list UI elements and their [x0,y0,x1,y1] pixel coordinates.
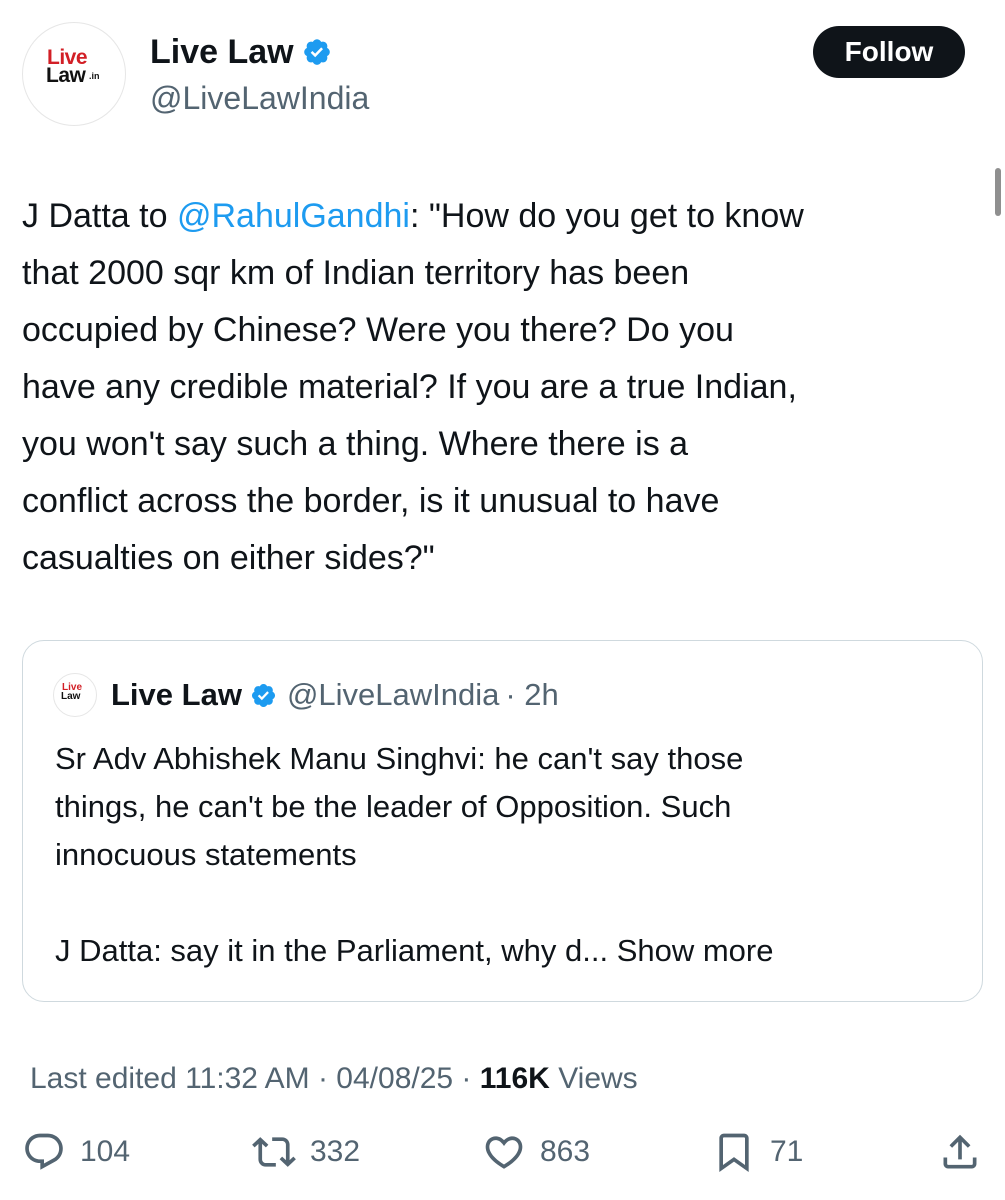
quoted-line [55,879,955,927]
follow-button[interactable]: Follow [813,26,965,78]
views-count: 116K [479,1062,550,1095]
author-name[interactable]: Live Law [150,32,294,72]
tweet-text: J Datta to @RahulGandhi: "How do you get… [22,188,992,587]
quoted-line: Sr Adv Abhishek Manu Singhvi: he can't s… [55,741,744,776]
author-handle[interactable]: @LiveLawIndia [150,78,369,118]
reply-count: 104 [80,1135,131,1168]
bookmark-icon [719,1133,749,1173]
quoted-line-text: J Datta: say it in the Parliament, why d… [55,933,609,968]
tweet-meta: Last edited 11:32 AM · 04/08/25 · 116K V… [30,1062,638,1096]
quoted-line: things, he can't be the leader of Opposi… [55,789,732,824]
tweet-line: occupied by Chinese? Were you there? Do … [22,311,734,349]
quoted-author-name[interactable]: Live Law [111,677,242,713]
repost-icon [252,1137,296,1167]
action-bar: 104 332 863 71 [0,1130,1005,1194]
author-name-row[interactable]: Live Law [150,32,332,72]
meta-separator: · [461,1062,472,1095]
like-button[interactable]: 863 [482,1130,590,1174]
tweet-text-span: J Datta to [22,197,177,235]
logo-suffix: .in [89,71,100,81]
quoted-tweet-header: Live Law Live Law @LiveLawIndia · 2h [53,673,559,717]
share-button[interactable] [938,1130,982,1174]
verified-badge-icon [251,683,275,707]
tweet-line: casualties on either sides?" [22,539,435,577]
quoted-line-last: J Datta: say it in the Parliament, why d… [55,927,955,975]
tweet-line: that 2000 sqr km of Indian territory has… [22,254,690,292]
repost-button[interactable]: 332 [252,1130,360,1174]
share-icon [943,1134,977,1169]
tweet-text-span: : "How do you get to know [409,197,804,235]
show-more-link[interactable]: Show more [617,933,774,968]
quoted-logo-bottom: Law [61,691,81,702]
mention-link[interactable]: @RahulGandhi [177,197,410,235]
tweet-line: you won't say such a thing. Where there … [22,425,689,463]
tweet-line: conflict across the border, is it unusua… [22,482,720,520]
livelaw-logo: Live Law .in [43,47,107,107]
quoted-tweet-body: Sr Adv Abhishek Manu Singhvi: he can't s… [55,735,955,975]
heart-icon [485,1136,523,1169]
bookmark-count: 71 [770,1135,804,1168]
tweet-line: have any credible material? If you are a… [22,368,797,406]
avatar[interactable]: Live Law .in [22,22,126,126]
quoted-avatar[interactable]: Live Law [53,673,97,717]
quoted-tweet[interactable]: Live Law Live Law @LiveLawIndia · 2h Sr … [22,640,983,1002]
quoted-line: innocuous statements [55,837,357,872]
scrollbar[interactable] [995,168,1001,216]
repost-count: 332 [310,1135,361,1168]
verified-badge-icon [303,39,330,65]
bookmark-button[interactable]: 71 [712,1130,803,1174]
edited-timestamp[interactable]: Last edited 11:32 AM · 04/08/25 [30,1062,453,1095]
reply-button[interactable]: 104 [22,1130,130,1174]
quoted-author-handle[interactable]: @LiveLawIndia [287,677,499,713]
reply-icon [25,1133,63,1170]
like-count: 863 [540,1135,591,1168]
logo-text-bottom: Law [46,64,86,87]
tweet-header: Live Law .in Live Law @LiveLawIndia Foll… [22,22,965,132]
tweet-line: J Datta to @RahulGandhi: "How do you get… [22,188,992,245]
quoted-timestamp[interactable]: · 2h [505,677,558,713]
views-label: Views [558,1062,638,1095]
